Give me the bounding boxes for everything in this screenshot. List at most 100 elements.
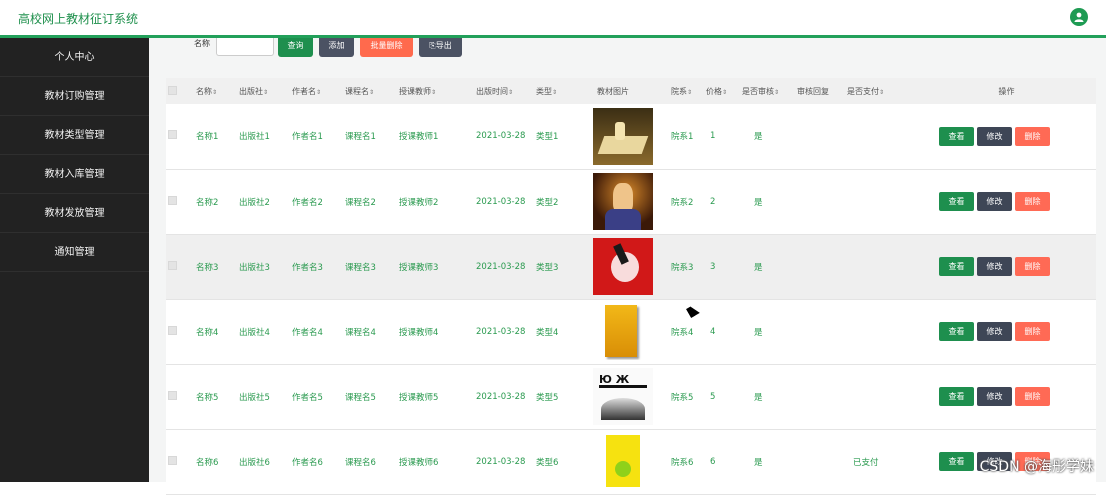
cell-paid	[845, 104, 915, 169]
view-button[interactable]: 查看	[939, 387, 974, 406]
header-type[interactable]: 类型⇕	[534, 78, 581, 104]
header-price[interactable]: 价格⇕	[704, 78, 740, 104]
cell-teacher: 授课教师3	[397, 234, 464, 299]
add-button[interactable]: 添加	[319, 38, 354, 57]
cell-paid	[845, 364, 915, 429]
cell-price: 1	[704, 104, 740, 169]
cell-date: 2021-03-28	[464, 234, 534, 299]
cell-course: 课程名1	[343, 104, 397, 169]
query-button[interactable]: 查询	[278, 38, 313, 57]
sidebar-item-notice-management[interactable]: 通知管理	[0, 233, 149, 272]
select-all-checkbox[interactable]	[166, 78, 194, 104]
view-button[interactable]: 查看	[939, 127, 974, 146]
header-author[interactable]: 作者名⇕	[290, 78, 343, 104]
cell-course: 课程名3	[343, 234, 397, 299]
cell-name: 名称2	[194, 169, 237, 234]
cell-teacher: 授课教师6	[397, 429, 464, 494]
book-cover-image	[593, 303, 653, 360]
cell-author: 作者名2	[290, 169, 343, 234]
export-button[interactable]: ⎘导出	[419, 38, 462, 57]
search-input[interactable]	[216, 38, 274, 56]
cell-date: 2021-03-28	[464, 299, 534, 364]
user-avatar-icon[interactable]	[1070, 8, 1088, 26]
table-row: 名称5出版社5作者名5课程名5授课教师52021-03-28类型5Ю Ж院系55…	[166, 364, 1096, 429]
view-button[interactable]: 查看	[939, 452, 974, 471]
search-label: 名称	[194, 38, 210, 49]
cell-date: 2021-03-28	[464, 104, 534, 169]
header-date[interactable]: 出版时间⇕	[464, 78, 534, 104]
sidebar-item-personal-center[interactable]: 个人中心	[0, 38, 149, 77]
sort-icon: ⇕	[774, 89, 779, 96]
sort-icon: ⇕	[212, 89, 217, 96]
book-cover-image	[593, 108, 653, 165]
cell-name: 名称6	[194, 429, 237, 494]
cell-price: 6	[704, 429, 740, 494]
header-course[interactable]: 课程名⇕	[343, 78, 397, 104]
table-row: 名称2出版社2作者名2课程名2授课教师22021-03-28类型2院系22是查看…	[166, 169, 1096, 234]
cell-reviewed: 是	[740, 429, 795, 494]
view-button[interactable]: 查看	[939, 192, 974, 211]
cell-teacher: 授课教师5	[397, 364, 464, 429]
watermark: CSDN @海彤学妹	[980, 456, 1094, 476]
delete-button[interactable]: 删除	[1015, 387, 1050, 406]
cell-reply	[795, 104, 845, 169]
cell-name: 名称4	[194, 299, 237, 364]
table-row: 名称1出版社1作者名1课程名1授课教师12021-03-28类型1院系11是查看…	[166, 104, 1096, 169]
cell-actions: 查看修改删除	[915, 299, 1096, 364]
main-content: 名称 查询 添加 批量删除 ⎘导出 名称⇕ 出版社⇕ 作者名⇕ 课程名⇕	[149, 38, 1106, 482]
header-paid[interactable]: 是否支付⇕	[845, 78, 915, 104]
cell-reviewed: 是	[740, 104, 795, 169]
header-reply: 审核回复	[795, 78, 845, 104]
edit-button[interactable]: 修改	[977, 387, 1012, 406]
cell-price: 3	[704, 234, 740, 299]
cell-reply	[795, 169, 845, 234]
header-publisher[interactable]: 出版社⇕	[237, 78, 290, 104]
sidebar-item-order-management[interactable]: 教材订购管理	[0, 77, 149, 116]
row-checkbox[interactable]	[166, 169, 194, 234]
sort-icon: ⇕	[508, 89, 513, 96]
sort-icon: ⇕	[552, 89, 557, 96]
row-checkbox[interactable]	[166, 104, 194, 169]
book-cover-image: Ю Ж	[593, 368, 653, 425]
cell-reviewed: 是	[740, 169, 795, 234]
sort-icon: ⇕	[687, 89, 692, 96]
view-button[interactable]: 查看	[939, 322, 974, 341]
row-checkbox[interactable]	[166, 364, 194, 429]
cell-name: 名称3	[194, 234, 237, 299]
delete-button[interactable]: 删除	[1015, 127, 1050, 146]
edit-button[interactable]: 修改	[977, 257, 1012, 276]
header-name[interactable]: 名称⇕	[194, 78, 237, 104]
view-button[interactable]: 查看	[939, 257, 974, 276]
cell-date: 2021-03-28	[464, 169, 534, 234]
cell-author: 作者名5	[290, 364, 343, 429]
header-dept[interactable]: 院系⇕	[669, 78, 704, 104]
cell-type: 类型5	[534, 364, 581, 429]
batch-delete-button[interactable]: 批量删除	[360, 38, 413, 57]
sidebar: 个人中心 教材订购管理 教材类型管理 教材入库管理 教材发放管理 通知管理	[0, 38, 149, 482]
cell-image	[581, 299, 669, 364]
delete-button[interactable]: 删除	[1015, 322, 1050, 341]
delete-button[interactable]: 删除	[1015, 192, 1050, 211]
row-checkbox[interactable]	[166, 234, 194, 299]
header-image: 教材图片	[581, 78, 669, 104]
edit-button[interactable]: 修改	[977, 127, 1012, 146]
cell-dept: 院系2	[669, 169, 704, 234]
cell-actions: 查看修改删除	[915, 234, 1096, 299]
edit-button[interactable]: 修改	[977, 192, 1012, 211]
sort-icon: ⇕	[879, 89, 884, 96]
delete-button[interactable]: 删除	[1015, 257, 1050, 276]
edit-button[interactable]: 修改	[977, 322, 1012, 341]
cell-name: 名称1	[194, 104, 237, 169]
header-reviewed[interactable]: 是否审核⇕	[740, 78, 795, 104]
cell-paid	[845, 234, 915, 299]
sidebar-item-stock-in-management[interactable]: 教材入库管理	[0, 155, 149, 194]
sidebar-item-distribution-management[interactable]: 教材发放管理	[0, 194, 149, 233]
row-checkbox[interactable]	[166, 429, 194, 494]
header-teacher[interactable]: 授课教师⇕	[397, 78, 464, 104]
row-checkbox[interactable]	[166, 299, 194, 364]
cell-teacher: 授课教师1	[397, 104, 464, 169]
sort-icon: ⇕	[316, 89, 321, 96]
cell-course: 课程名2	[343, 169, 397, 234]
cell-actions: 查看修改删除	[915, 169, 1096, 234]
sidebar-item-type-management[interactable]: 教材类型管理	[0, 116, 149, 155]
